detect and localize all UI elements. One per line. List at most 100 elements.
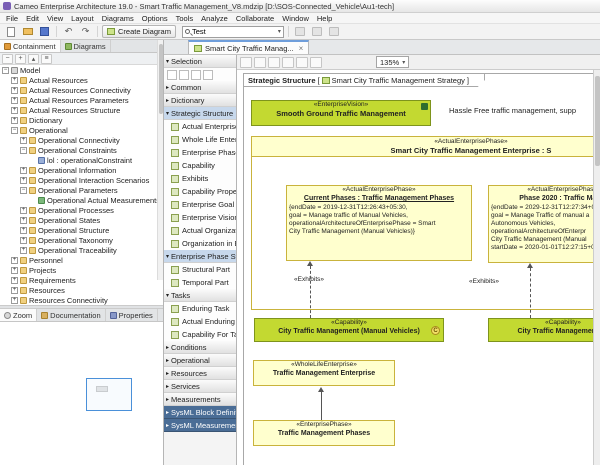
- palette-item-exhibits[interactable]: Exhibits: [164, 172, 236, 185]
- validate-button[interactable]: [293, 25, 308, 38]
- palette-item-capability-for-task[interactable]: Capability For Task: [164, 328, 236, 341]
- palette-group-selection[interactable]: ▾Selection: [164, 55, 236, 68]
- tree-item-operational-traceability[interactable]: +Operational Traceability: [0, 245, 163, 255]
- enterprise-phase-node[interactable]: «EnterprisePhase» Traffic Management Pha…: [253, 420, 395, 446]
- menu-layout[interactable]: Layout: [67, 14, 98, 23]
- tree-item-resources[interactable]: +Resources: [0, 285, 163, 295]
- expand-toggle-icon[interactable]: +: [20, 217, 27, 224]
- palette-item-capability[interactable]: Capability: [164, 159, 236, 172]
- search-input[interactable]: [192, 27, 276, 37]
- tab-containment[interactable]: Containment: [0, 40, 61, 52]
- expand-toggle-icon[interactable]: +: [11, 117, 18, 124]
- tree-item-operational-processes[interactable]: +Operational Processes: [0, 205, 163, 215]
- menu-collaborate[interactable]: Collaborate: [232, 14, 278, 23]
- new-project-button[interactable]: [3, 25, 18, 38]
- capability-2-node[interactable]: «Capability» City Traffic Management (M …: [488, 318, 593, 342]
- menu-diagrams[interactable]: Diagrams: [98, 14, 138, 23]
- phase-edge[interactable]: [321, 392, 322, 420]
- expand-toggle-icon[interactable]: +: [20, 247, 27, 254]
- tree-options-button[interactable]: ≡: [41, 54, 52, 64]
- expand-toggle-icon[interactable]: +: [11, 287, 18, 294]
- diagram-canvas[interactable]: Strategic Structure [ Smart City Traffic…: [237, 70, 593, 465]
- redo-button[interactable]: ↷: [78, 25, 93, 38]
- palette-group-conditions[interactable]: ▸Conditions: [164, 341, 236, 354]
- expand-all-button[interactable]: +: [15, 54, 26, 64]
- menu-edit[interactable]: Edit: [22, 14, 43, 23]
- element-search-box[interactable]: ▾: [182, 26, 284, 38]
- palette-group-dictionary[interactable]: ▸Dictionary: [164, 94, 236, 107]
- expand-toggle-icon[interactable]: +: [11, 107, 18, 114]
- open-project-button[interactable]: [20, 25, 35, 38]
- palette-group-strategic-structure[interactable]: ▾Strategic Structure: [164, 107, 236, 120]
- phase-current-node[interactable]: «ActualEnterprisePhase» Current Phases :…: [286, 185, 472, 261]
- palette-item-actual-enterprise-p[interactable]: Actual Enterprise P...: [164, 120, 236, 133]
- expand-toggle-icon[interactable]: +: [11, 297, 18, 304]
- palette-group-sysml-measurements[interactable]: ▸SysML Measurements: [164, 419, 236, 432]
- palette-item-structural-part[interactable]: Structural Part: [164, 263, 236, 276]
- menu-view[interactable]: View: [43, 14, 67, 23]
- close-tab-icon[interactable]: ×: [299, 44, 304, 53]
- expand-toggle-icon[interactable]: +: [20, 207, 27, 214]
- exhibits-edge-2[interactable]: [530, 268, 531, 318]
- palette-item-actual-organization[interactable]: Actual Organization: [164, 224, 236, 237]
- tree-item-operational-actual-measurements-xlsx[interactable]: Operational Actual Measurements (.xlsx): [0, 195, 163, 205]
- tree-item-operational-structure[interactable]: +Operational Structure: [0, 225, 163, 235]
- menu-help[interactable]: Help: [313, 14, 336, 23]
- menu-window[interactable]: Window: [278, 14, 313, 23]
- canvas-tool-icon[interactable]: [254, 57, 266, 68]
- canvas-tool-icon[interactable]: [310, 57, 322, 68]
- tree-item-operational[interactable]: −Operational: [0, 125, 163, 135]
- collapse-toggle-icon[interactable]: −: [2, 67, 9, 74]
- tab-properties[interactable]: Properties: [106, 309, 158, 321]
- expand-toggle-icon[interactable]: +: [11, 77, 18, 84]
- canvas-tool-icon[interactable]: [240, 57, 252, 68]
- tree-item-actual-resources-parameters[interactable]: +Actual Resources Parameters: [0, 95, 163, 105]
- anchor-icon[interactable]: [203, 70, 213, 80]
- tree-item-actual-resources-connectivity[interactable]: +Actual Resources Connectivity: [0, 85, 163, 95]
- tree-scrollbar[interactable]: [157, 40, 163, 280]
- expand-toggle-icon[interactable]: +: [20, 237, 27, 244]
- tree-item-operational-constraints[interactable]: −Operational Constraints: [0, 145, 163, 155]
- palette-group-operational[interactable]: ▸Operational: [164, 354, 236, 367]
- palette-group-resources[interactable]: ▸Resources: [164, 367, 236, 380]
- tab-zoom[interactable]: Zoom: [0, 309, 37, 321]
- canvas-scrollbar-thumb[interactable]: [595, 76, 600, 166]
- create-diagram-button[interactable]: Create Diagram: [102, 25, 176, 38]
- palette-item-capability-property[interactable]: Capability Property: [164, 185, 236, 198]
- expand-toggle-icon[interactable]: +: [11, 97, 18, 104]
- collapse-toggle-icon[interactable]: −: [20, 187, 27, 194]
- palette-item-enterprise-phase[interactable]: Enterprise Phase: [164, 146, 236, 159]
- expand-toggle-icon[interactable]: +: [20, 227, 27, 234]
- tree-item-model[interactable]: −Model: [0, 65, 163, 75]
- tree-item-dictionary[interactable]: +Dictionary: [0, 115, 163, 125]
- expand-toggle-icon[interactable]: +: [20, 137, 27, 144]
- expand-toggle-icon[interactable]: +: [20, 167, 27, 174]
- enterprise-vision-node[interactable]: «EnterpriseVision» Smooth Ground Traffic…: [251, 100, 431, 126]
- tree-item-operational-states[interactable]: +Operational States: [0, 215, 163, 225]
- menu-options[interactable]: Options: [138, 14, 172, 23]
- expand-toggle-icon[interactable]: +: [11, 257, 18, 264]
- menu-analyze[interactable]: Analyze: [197, 14, 232, 23]
- expand-toggle-icon[interactable]: +: [11, 87, 18, 94]
- zoom-viewport-rect[interactable]: [86, 378, 132, 411]
- palette-item-organization-in-e[interactable]: Organization in E...: [164, 237, 236, 250]
- phase-2020-node[interactable]: «ActualEnterprisePhase» Phase 2020 : Tra…: [488, 185, 593, 263]
- tree-item-resources-connectivity[interactable]: +Resources Connectivity: [0, 295, 163, 305]
- tree-item-personnel[interactable]: +Personnel: [0, 255, 163, 265]
- comment-text[interactable]: Hassle Free traffic management, supp: [449, 106, 593, 115]
- expand-toggle-icon[interactable]: +: [11, 267, 18, 274]
- tree-item-requirements[interactable]: +Requirements: [0, 275, 163, 285]
- tab-documentation[interactable]: Documentation: [37, 309, 105, 321]
- canvas-tool-icon[interactable]: [282, 57, 294, 68]
- tree-item-operational-interaction-scenarios[interactable]: +Operational Interaction Scenarios: [0, 175, 163, 185]
- tab-diagrams[interactable]: Diagrams: [61, 40, 111, 52]
- tree-item-actual-resources-structure[interactable]: +Actual Resources Structure: [0, 105, 163, 115]
- capability-manual-node[interactable]: «Capability» City Traffic Management (Ma…: [254, 318, 444, 342]
- collapse-all-button[interactable]: −: [2, 54, 13, 64]
- palette-group-services[interactable]: ▸Services: [164, 380, 236, 393]
- pointer-icon[interactable]: [167, 70, 177, 80]
- help-button[interactable]: [327, 25, 342, 38]
- scroll-to-selection-button[interactable]: ▴: [28, 54, 39, 64]
- tree-item-actual-resources[interactable]: +Actual Resources: [0, 75, 163, 85]
- diagram-tab-smart-city[interactable]: Smart City Traffic Manag... ×: [188, 40, 309, 54]
